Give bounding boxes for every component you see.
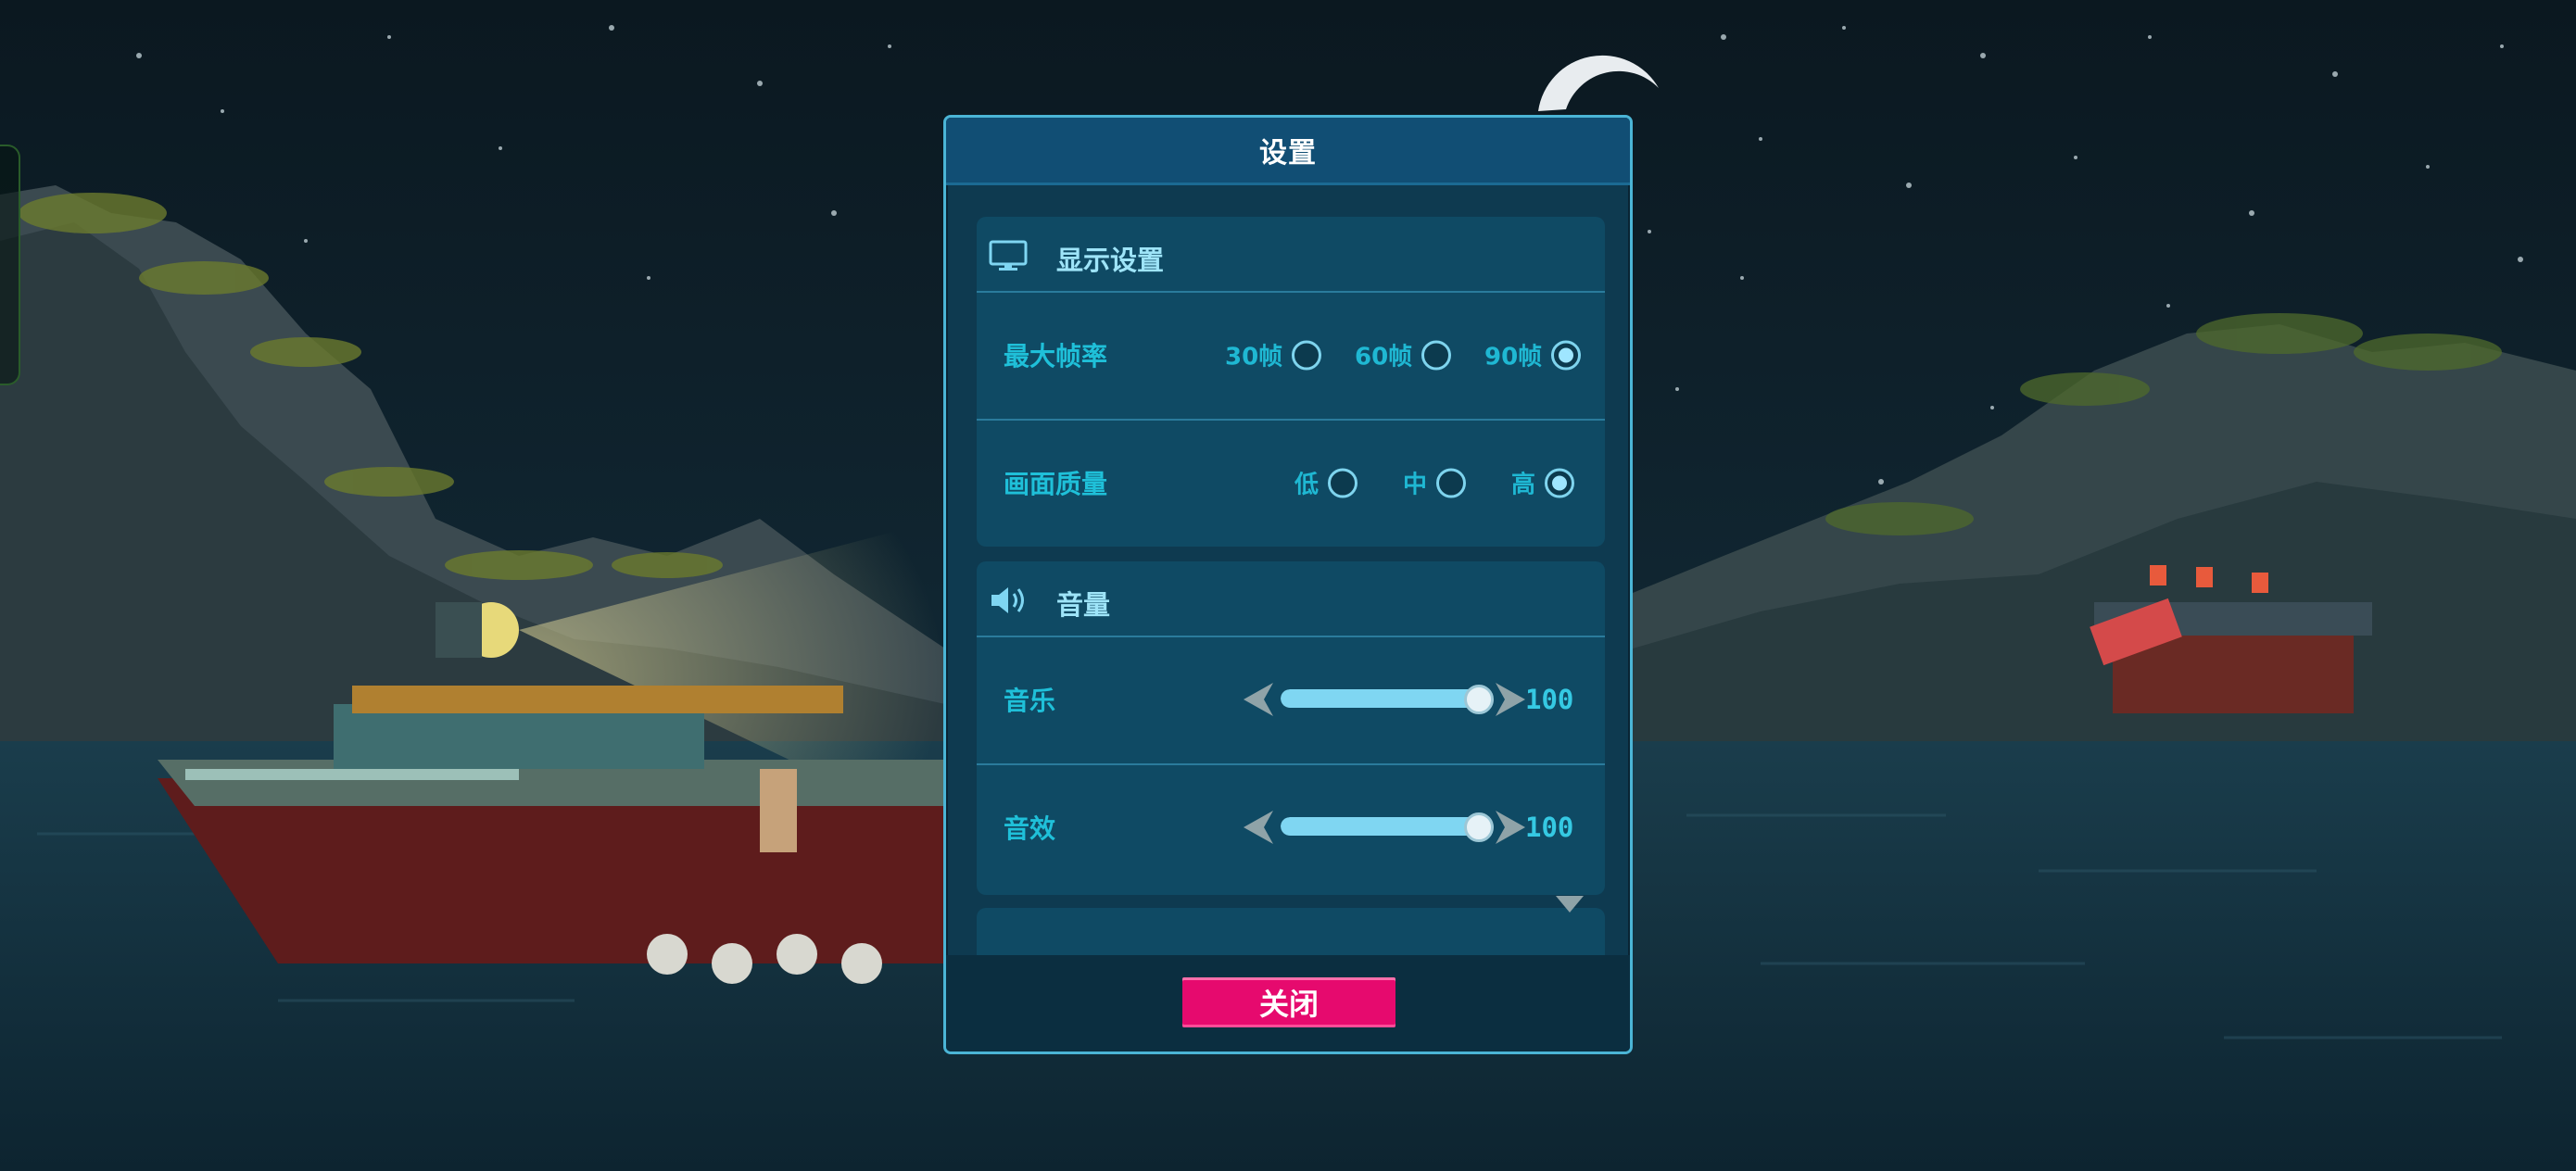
music-slider[interactable]: 100 — [1240, 681, 1592, 718]
music-slider-track[interactable] — [1281, 689, 1490, 708]
quality-radio-high[interactable] — [1545, 468, 1575, 497]
framerate-option-label: 30帧 — [1225, 343, 1283, 371]
quality-option-medium[interactable]: 中 — [1403, 466, 1467, 500]
side-panel-tab[interactable] — [0, 145, 20, 385]
quality-row: 画面质量 低 中 高 — [977, 419, 1605, 547]
volume-title: 音量 — [1056, 589, 1111, 621]
monitor-icon — [989, 240, 1028, 271]
quality-option-label: 高 — [1511, 471, 1536, 499]
framerate-radio-30[interactable] — [1292, 340, 1322, 370]
framerate-option-90[interactable]: 90帧 — [1484, 338, 1582, 372]
framerate-label: 最大帧率 — [1004, 341, 1108, 371]
quality-radio-medium[interactable] — [1436, 468, 1467, 497]
sfx-value: 100 — [1525, 812, 1574, 843]
sfx-slider-track[interactable] — [1281, 817, 1490, 836]
speaker-icon — [991, 587, 1024, 613]
dialog-header: 设置 — [946, 118, 1630, 185]
quality-option-label: 低 — [1294, 471, 1320, 499]
quality-option-low[interactable]: 低 — [1294, 466, 1358, 500]
framerate-option-label: 60帧 — [1355, 343, 1413, 371]
display-settings-title: 显示设置 — [1056, 245, 1165, 276]
dialog-footer: 关闭 — [946, 955, 1630, 1051]
sfx-slider[interactable]: 100 — [1240, 809, 1592, 846]
music-slider-fill — [1281, 689, 1490, 708]
music-value: 100 — [1525, 684, 1574, 715]
volume-section: 音量 音乐 100 音效 100 — [977, 561, 1605, 895]
quality-radio-low[interactable] — [1328, 468, 1358, 497]
scroll-down-icon[interactable] — [1554, 894, 1585, 914]
music-label: 音乐 — [1004, 686, 1056, 716]
sfx-slider-fill — [1281, 817, 1490, 836]
music-row: 音乐 100 — [977, 636, 1605, 765]
framerate-option-30[interactable]: 30帧 — [1225, 338, 1322, 372]
sfx-increase-arrow-icon[interactable] — [1492, 809, 1529, 846]
volume-header: 音量 — [977, 561, 1605, 637]
framerate-radio-60[interactable] — [1421, 340, 1452, 370]
sfx-decrease-arrow-icon[interactable] — [1240, 809, 1277, 846]
quality-label: 画面质量 — [1004, 469, 1108, 499]
sfx-label: 音效 — [1004, 813, 1056, 844]
quality-option-label: 中 — [1403, 471, 1428, 499]
display-settings-header: 显示设置 — [977, 217, 1605, 293]
settings-dialog: 设置 显示设置 最大帧率 30帧 60帧 90帧 画面质量 低 中 高 音量 音… — [943, 115, 1633, 1054]
display-settings-section: 显示设置 最大帧率 30帧 60帧 90帧 画面质量 低 中 高 — [977, 217, 1605, 547]
music-slider-thumb[interactable] — [1464, 685, 1494, 714]
sfx-row: 音效 100 — [977, 763, 1605, 891]
close-button[interactable]: 关闭 — [1182, 977, 1395, 1027]
quality-option-high[interactable]: 高 — [1511, 466, 1575, 500]
framerate-radio-90[interactable] — [1551, 340, 1582, 370]
framerate-row: 最大帧率 30帧 60帧 90帧 — [977, 291, 1605, 421]
music-decrease-arrow-icon[interactable] — [1240, 681, 1277, 718]
framerate-option-label: 90帧 — [1484, 343, 1543, 371]
music-increase-arrow-icon[interactable] — [1492, 681, 1529, 718]
sfx-slider-thumb[interactable] — [1464, 812, 1494, 842]
framerate-option-60[interactable]: 60帧 — [1355, 338, 1452, 372]
dialog-title: 设置 — [1259, 137, 1317, 170]
